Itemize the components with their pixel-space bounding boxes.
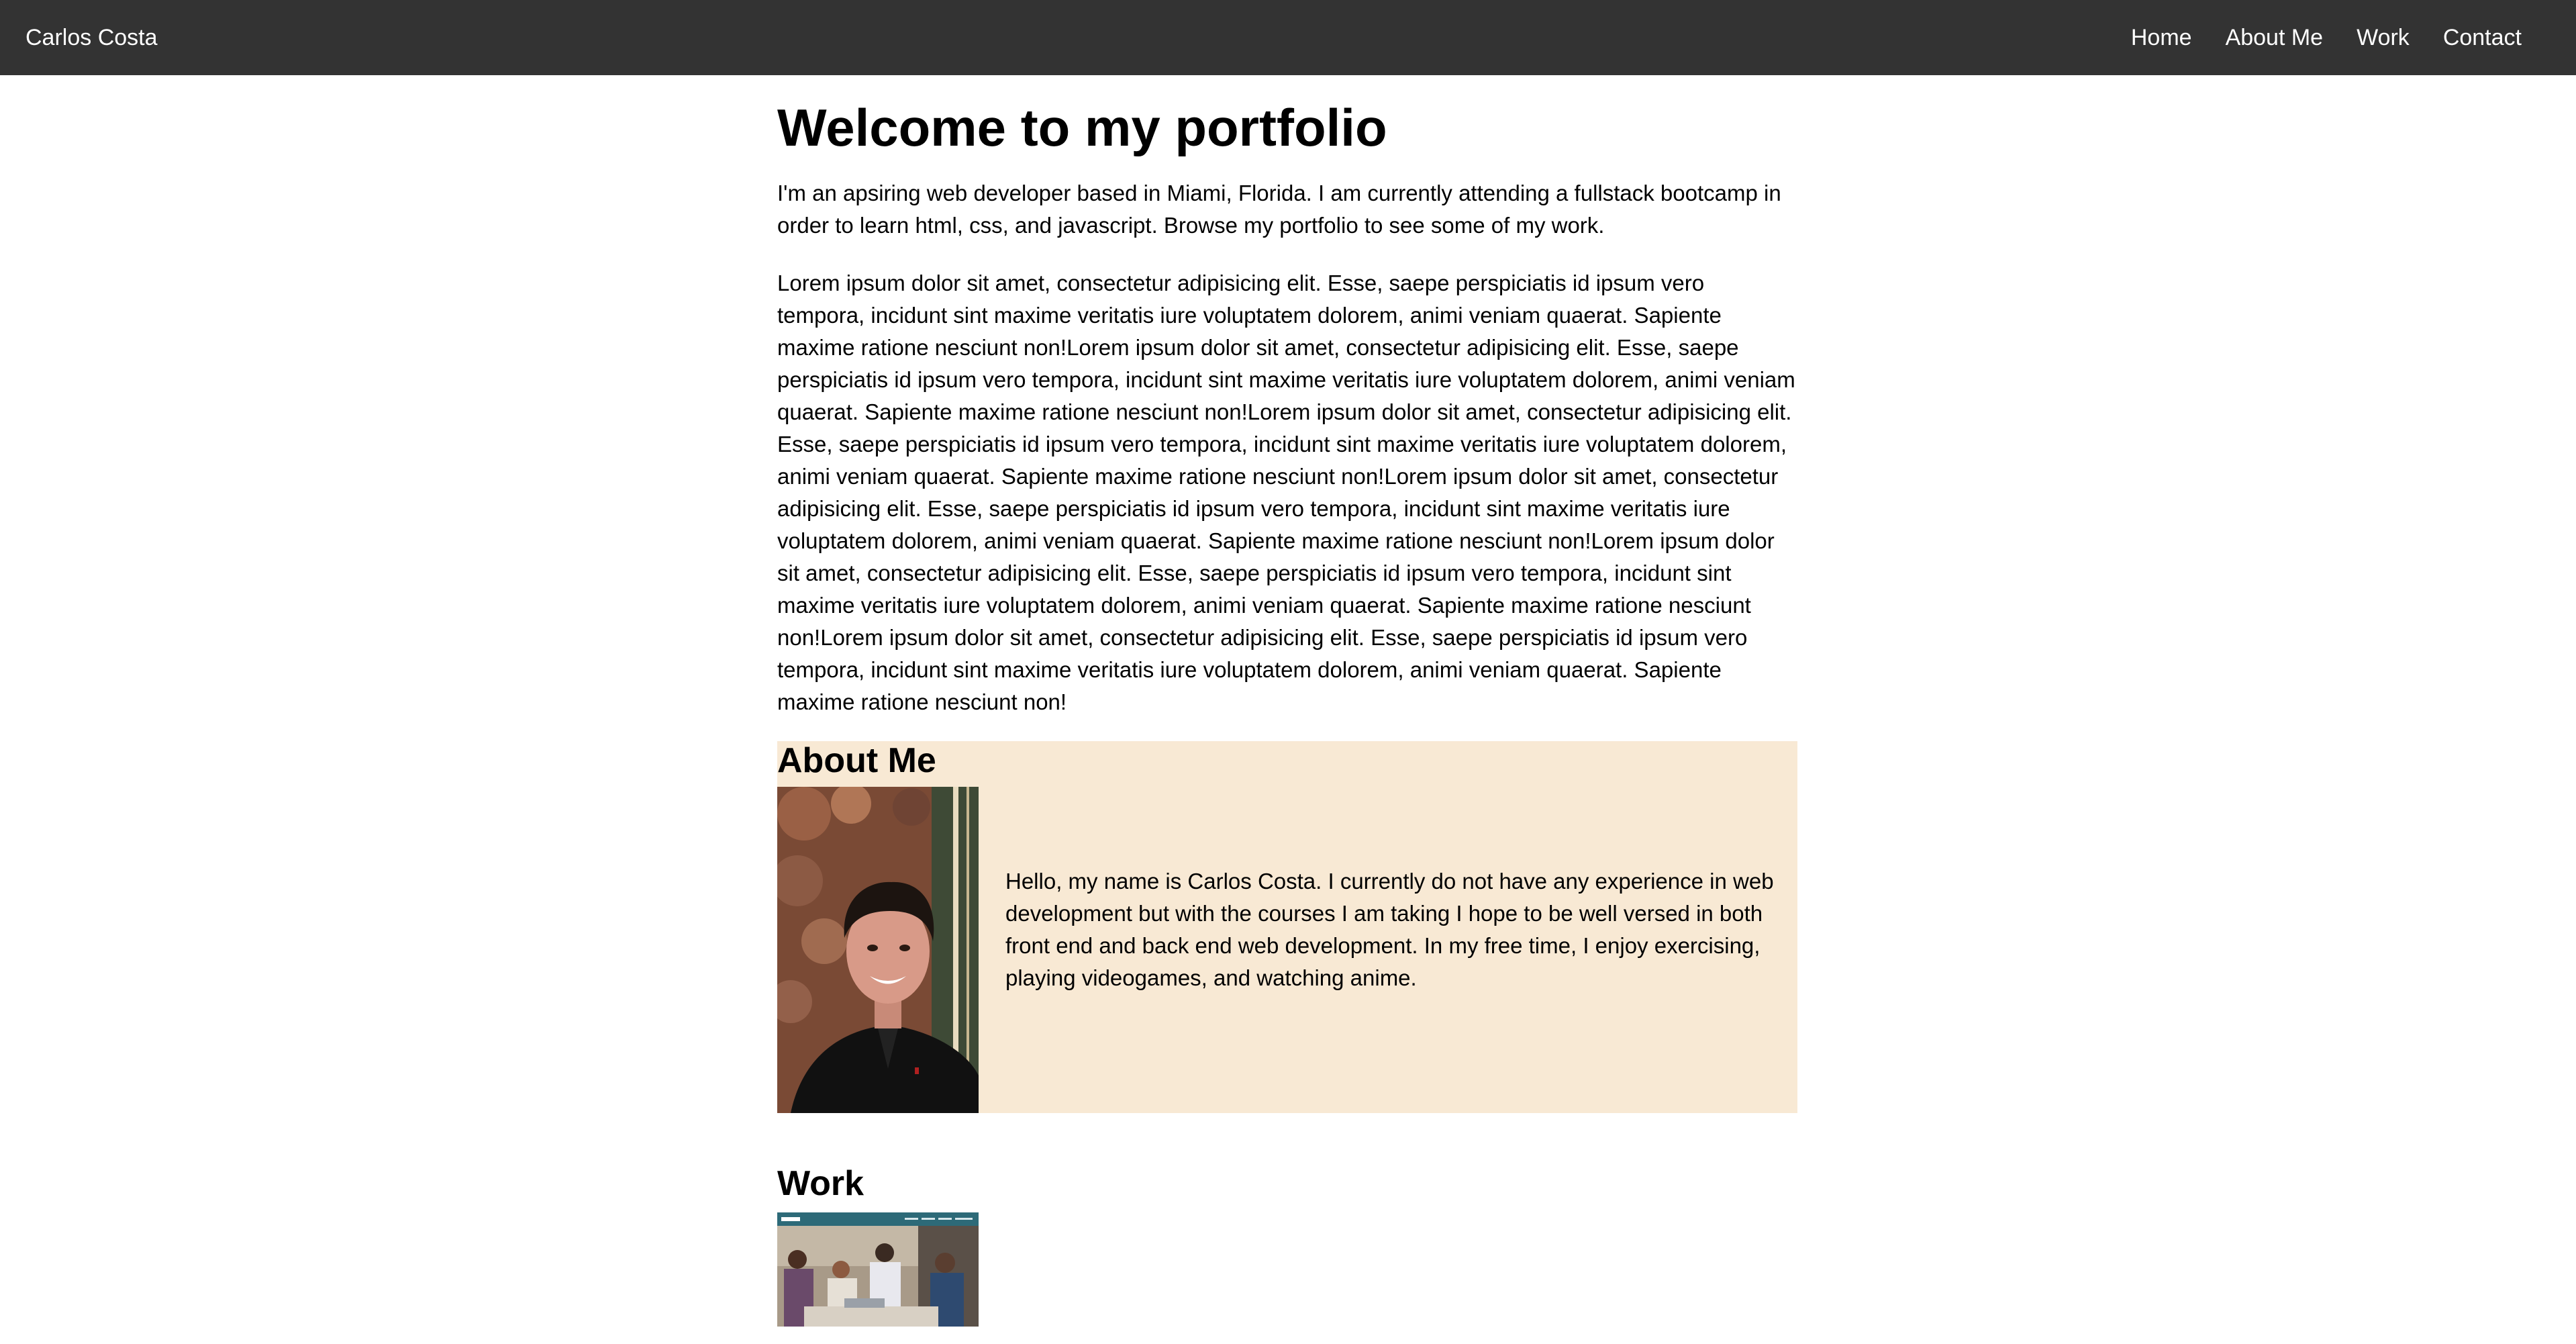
nav-link-contact[interactable]: Contact [2443,25,2522,51]
page-title: Welcome to my portfolio [777,98,1387,157]
work-thumbnail-image [777,1212,979,1327]
main-content: Welcome to my portfolio I'm an apsiring … [777,75,1797,1327]
profile-photo-illustration [777,787,979,1113]
navbar: Carlos Costa Home About Me Work Contact [0,0,2576,75]
brand-link[interactable]: Carlos Costa [26,0,158,75]
about-heading: About Me [777,741,936,780]
nav-link-home[interactable]: Home [2131,25,2192,51]
intro-paragraph: I'm an apsiring web developer based in M… [777,180,1781,238]
work-project-thumbnail[interactable] [777,1212,979,1327]
nav-link-about-me[interactable]: About Me [2226,25,2324,51]
profile-photo [777,787,979,1113]
about-text: Hello, my name is Carlos Costa. I curren… [1005,869,1774,990]
lorem-paragraph: Lorem ipsum dolor sit amet, consectetur … [777,270,1795,714]
work-heading: Work [777,1164,864,1203]
nav-link-work[interactable]: Work [2357,25,2410,51]
about-section: About Me Hello, my name is Carlos Costa.… [777,741,1797,1113]
nav-links: Home About Me Work Contact [2097,0,2522,75]
